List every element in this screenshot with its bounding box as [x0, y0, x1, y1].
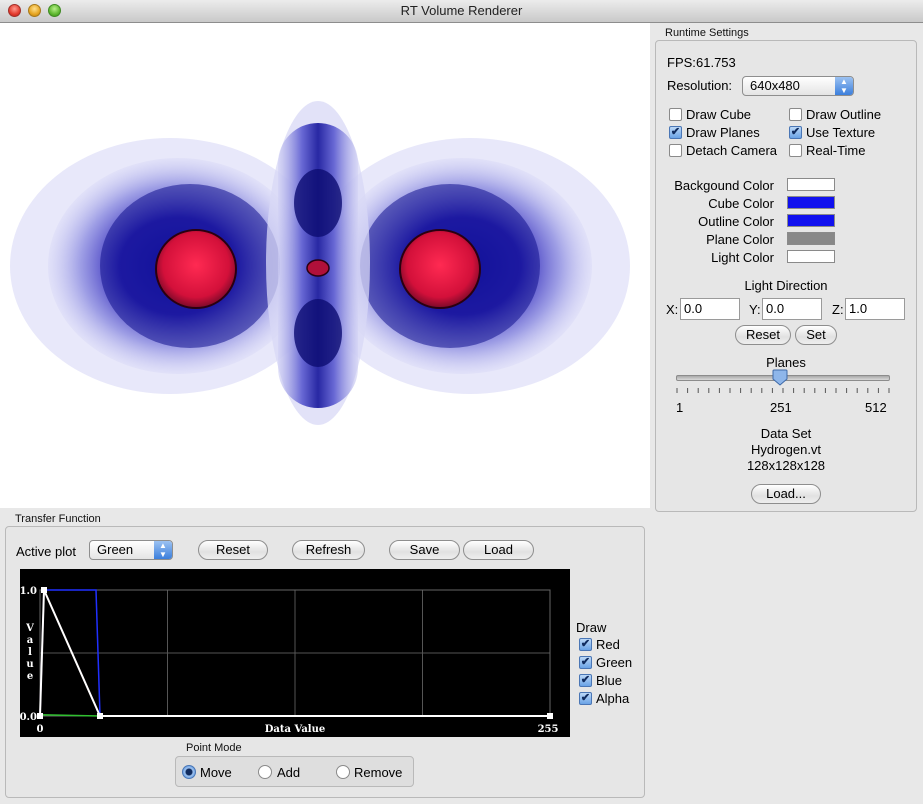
- y-tick-label: 1.0: [20, 586, 37, 597]
- point-mode-title: Point Mode: [186, 742, 242, 754]
- use-texture-checkbox[interactable]: ✔: [789, 126, 802, 139]
- dataset-dims: 128x128x128: [746, 458, 826, 473]
- dataset-name: Hydrogen.vt: [750, 442, 822, 457]
- planes-min-label: 1: [676, 400, 684, 415]
- draw-planes-label: Draw Planes: [686, 125, 760, 140]
- draw-outline-checkbox[interactable]: [789, 108, 802, 121]
- title-bar: RT Volume Renderer: [0, 0, 923, 23]
- draw-red-label: Red: [596, 637, 620, 652]
- draw-red-checkbox[interactable]: ✔: [579, 638, 592, 651]
- resolution-value: 640x480: [750, 78, 800, 93]
- y-axis-label: u: [26, 659, 33, 670]
- cube-color-swatch[interactable]: [787, 196, 835, 209]
- draw-alpha-label: Alpha: [596, 691, 630, 706]
- control-point: [41, 587, 47, 593]
- active-plot-select[interactable]: Green ▲ ▼: [89, 540, 173, 560]
- draw-blue-checkbox[interactable]: ✔: [579, 674, 592, 687]
- detach-camera-checkbox[interactable]: [669, 144, 682, 157]
- window-title: RT Volume Renderer: [400, 3, 523, 18]
- transfer-function-plot[interactable]: 1.0 0.0 0 255 Data Value Va l u e: [20, 569, 570, 737]
- dataset-title: Data Set: [760, 426, 812, 441]
- runtime-settings-title: Runtime Settings: [665, 27, 749, 39]
- transfer-function-chart[interactable]: 1.0 0.00 255 Data Value Value: [20, 569, 570, 737]
- checkmark-icon: ✔: [580, 674, 591, 686]
- draw-title: Draw: [576, 620, 607, 635]
- transfer-reset-button[interactable]: Reset: [198, 540, 268, 560]
- light-z-input[interactable]: 1.0: [845, 298, 905, 320]
- fps-label: FPS:: [667, 55, 696, 70]
- outline-color-label: Outline Color: [698, 214, 774, 229]
- planes-max-label: 512: [865, 400, 887, 415]
- transfer-load-button[interactable]: Load: [463, 540, 534, 560]
- detach-camera-label: Detach Camera: [686, 143, 778, 158]
- checkmark-icon: ✔: [580, 638, 591, 650]
- light-z-label: Z:: [832, 302, 844, 317]
- active-plot-value: Green: [97, 542, 134, 557]
- checkmark-icon: ✔: [670, 126, 681, 138]
- light-color-label: Light Color: [711, 250, 774, 265]
- resolution-label: Resolution:: [667, 78, 733, 93]
- light-set-button[interactable]: Set: [795, 325, 837, 345]
- add-radio[interactable]: [258, 765, 272, 779]
- draw-planes-checkbox[interactable]: ✔: [669, 126, 682, 139]
- draw-green-label: Green: [596, 655, 633, 670]
- y-axis-label: e: [27, 671, 33, 682]
- resolution-select[interactable]: 640x480 ▲ ▼: [742, 76, 854, 96]
- move-radio[interactable]: [182, 765, 196, 779]
- chevron-updown-icon: ▲ ▼: [154, 541, 172, 559]
- light-x-label: X:: [666, 302, 679, 317]
- light-x-input[interactable]: 0.0: [680, 298, 740, 320]
- render-viewport[interactable]: [0, 23, 650, 508]
- x-axis-label: Data Value: [265, 724, 325, 735]
- move-label: Move: [200, 765, 232, 780]
- light-y-label: Y:: [749, 302, 761, 317]
- background-color-label: Backgound Color: [674, 178, 774, 193]
- checkmark-icon: ✔: [580, 656, 591, 668]
- real-time-label: Real-Time: [806, 143, 866, 158]
- active-plot-label: Active plot: [16, 544, 76, 559]
- draw-green-checkbox[interactable]: ✔: [579, 656, 592, 669]
- plane-color-label: Plane Color: [706, 232, 774, 247]
- transfer-function-title: Transfer Function: [15, 513, 101, 525]
- cube-color-label: Cube Color: [708, 196, 774, 211]
- draw-outline-label: Draw Outline: [806, 107, 882, 122]
- chevron-updown-icon: ▲ ▼: [835, 77, 853, 95]
- y-axis-label: l: [28, 647, 32, 658]
- light-y-input[interactable]: 0.0: [762, 298, 822, 320]
- add-label: Add: [277, 765, 301, 780]
- draw-alpha-checkbox[interactable]: ✔: [579, 692, 592, 705]
- light-reset-button[interactable]: Reset: [735, 325, 791, 345]
- light-direction-title: Light Direction: [744, 278, 828, 293]
- transfer-refresh-button[interactable]: Refresh: [292, 540, 365, 560]
- outline-color-swatch[interactable]: [787, 214, 835, 227]
- fps-value: 61.753: [696, 55, 736, 70]
- checkmark-icon: ✔: [580, 692, 591, 704]
- draw-cube-label: Draw Cube: [686, 107, 752, 122]
- volume-render-image: [10, 101, 630, 425]
- draw-cube-checkbox[interactable]: [669, 108, 682, 121]
- x-tick-label: 255: [538, 724, 559, 735]
- remove-radio[interactable]: [336, 765, 350, 779]
- y-axis-label: V: [25, 623, 34, 634]
- background-color-swatch[interactable]: [787, 178, 835, 191]
- y-tick-label: 0.0: [20, 712, 37, 723]
- checkmark-icon: ✔: [790, 126, 801, 138]
- control-point: [37, 713, 43, 719]
- plane-color-swatch[interactable]: [787, 232, 835, 245]
- x-tick-label: 0: [37, 724, 44, 735]
- dataset-load-button[interactable]: Load...: [751, 484, 821, 504]
- planes-slider-thumb[interactable]: [772, 369, 788, 386]
- planes-slider-ticks: [676, 388, 890, 393]
- control-point: [97, 713, 103, 719]
- light-color-swatch[interactable]: [787, 250, 835, 263]
- control-point: [547, 713, 553, 719]
- remove-label: Remove: [354, 765, 403, 780]
- planes-mid-label: 251: [770, 400, 792, 415]
- transfer-save-button[interactable]: Save: [389, 540, 460, 560]
- y-axis-label: a: [27, 635, 34, 646]
- planes-title: Planes: [766, 355, 806, 370]
- real-time-checkbox[interactable]: [789, 144, 802, 157]
- use-texture-label: Use Texture: [806, 125, 876, 140]
- draw-blue-label: Blue: [596, 673, 623, 688]
